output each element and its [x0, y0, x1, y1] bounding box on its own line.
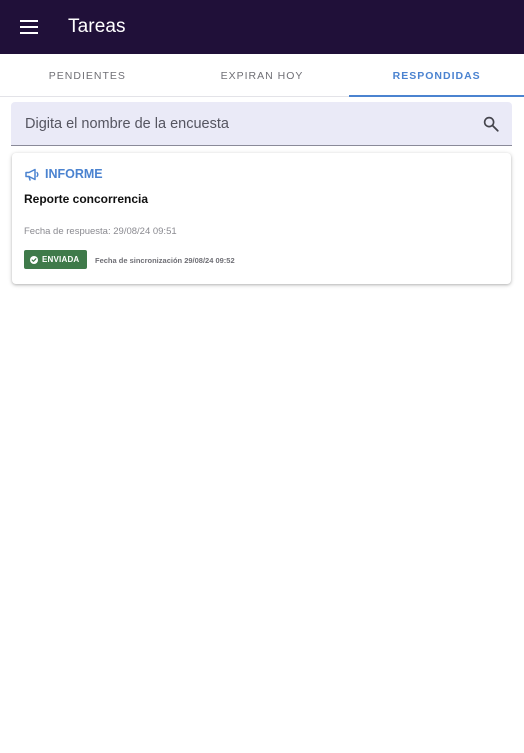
status-label: ENVIADA — [42, 255, 80, 264]
check-circle-icon — [30, 255, 38, 264]
search-bar — [11, 102, 512, 146]
menu-button[interactable] — [0, 0, 60, 54]
status-badge: ENVIADA — [24, 250, 88, 269]
page-title: Tareas — [68, 16, 126, 37]
tab-pendientes[interactable]: PENDIENTES — [0, 54, 175, 96]
card-title: Reporte concorrencia — [24, 192, 149, 206]
response-date: Fecha de respuesta: 29/08/24 09:51 — [24, 226, 177, 237]
search-input[interactable] — [11, 102, 471, 145]
search-icon[interactable] — [482, 115, 500, 133]
tab-expiran-hoy[interactable]: EXPIRAN HOY — [175, 54, 350, 96]
survey-card[interactable]: INFORME Reporte concorrencia Fecha de re… — [12, 153, 511, 284]
menu-icon — [20, 20, 38, 34]
tab-bar: PENDIENTES EXPIRAN HOY RESPONDIDAS — [0, 54, 524, 97]
sync-date: Fecha de sincronización 29/08/24 09:52 — [95, 256, 235, 265]
tab-respondidas[interactable]: RESPONDIDAS — [349, 54, 524, 97]
card-type-label: INFORME — [45, 167, 103, 181]
app-bar: Tareas — [0, 0, 524, 54]
megaphone-icon — [25, 168, 39, 181]
card-type: INFORME — [25, 167, 103, 181]
